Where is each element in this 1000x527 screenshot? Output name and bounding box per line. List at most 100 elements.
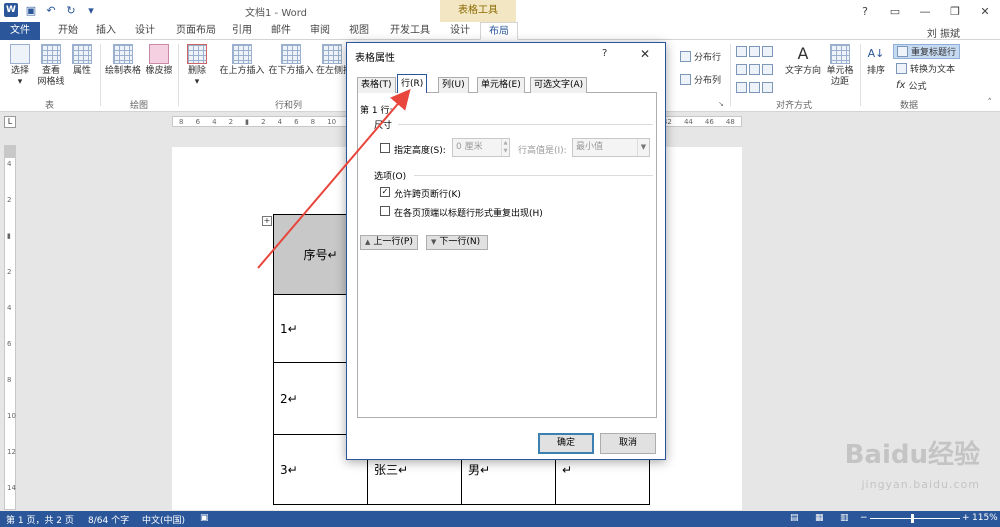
language-indicator[interactable]: 中文(中国) — [142, 513, 185, 526]
align-top-center-icon[interactable] — [749, 46, 760, 57]
tab-table[interactable]: 表格(T) — [357, 77, 396, 93]
tab-alt-text[interactable]: 可选文字(A) — [530, 77, 588, 93]
ruler-mark: 44 — [683, 117, 693, 126]
align-center-icon[interactable] — [749, 64, 760, 75]
dialog-help-button[interactable]: ? — [602, 48, 607, 59]
vruler-mark: 4 — [7, 160, 12, 168]
align-bottom-right-icon[interactable] — [762, 82, 773, 93]
eraser-button[interactable]: 橡皮擦 — [144, 44, 174, 77]
collapse-ribbon-icon[interactable]: ˄ — [988, 98, 993, 108]
align-buttons-row1[interactable] — [736, 46, 773, 57]
macro-record-icon[interactable]: ▣ — [200, 513, 209, 523]
sort-icon: A↓ — [867, 47, 885, 60]
insert-left-button[interactable]: 在左侧插入 — [316, 44, 348, 77]
save-icon[interactable]: ▣ — [24, 3, 38, 17]
sort-button[interactable]: A↓ 排序 — [864, 44, 888, 77]
previous-row-button[interactable]: ▲ 上一行(P) — [360, 235, 418, 250]
specify-height-checkbox[interactable] — [380, 143, 390, 153]
customize-qat-icon[interactable]: ▾ — [84, 3, 98, 17]
align-buttons-row3[interactable] — [736, 82, 773, 93]
word-count[interactable]: 8/64 个字 — [88, 513, 129, 526]
table-properties-dialog: 表格属性 ? ✕ 表格(T) 行(R) 列(U) 单元格(E) 可选文字(A) … — [346, 42, 666, 460]
tab-table-design[interactable]: 设计 — [442, 22, 478, 40]
text-direction-button[interactable]: A 文字方向 — [784, 44, 822, 77]
tab-home[interactable]: 开始 — [50, 22, 86, 40]
view-gridlines-button[interactable]: 查看 网格线 — [36, 44, 66, 88]
cancel-button[interactable]: 取消 — [600, 433, 656, 454]
table-tools-context-label: 表格工具 — [440, 0, 516, 22]
undo-icon[interactable]: ↶ — [44, 3, 58, 17]
zoom-out-button[interactable]: − — [860, 513, 868, 523]
tab-review[interactable]: 审阅 — [302, 22, 338, 40]
ok-button[interactable]: 确定 — [538, 433, 594, 454]
distribute-cols-button[interactable]: 分布列 — [680, 73, 721, 86]
align-buttons-row2[interactable] — [736, 64, 773, 75]
eraser-icon — [149, 44, 169, 64]
user-name[interactable]: 刘 振斌 — [927, 25, 960, 40]
align-bottom-center-icon[interactable] — [749, 82, 760, 93]
print-layout-icon[interactable]: ▦ — [815, 513, 824, 523]
cell-size-launcher-icon[interactable]: ↘ — [718, 100, 724, 108]
restore-button[interactable]: ❐ — [940, 0, 970, 22]
align-top-left-icon[interactable] — [736, 46, 747, 57]
zoom-slider[interactable] — [870, 518, 960, 519]
ruler-mark: 2 — [261, 117, 266, 126]
group-label-table: 表 — [45, 101, 55, 111]
insert-above-button[interactable]: 在上方插入 — [218, 44, 266, 77]
read-mode-icon[interactable]: ▤ — [790, 513, 799, 523]
tab-design[interactable]: 设计 — [127, 22, 163, 40]
tab-view[interactable]: 视图 — [341, 22, 377, 40]
tab-page-layout[interactable]: 页面布局 — [168, 22, 224, 40]
height-input[interactable]: 0 厘米 ▲ ▼ — [452, 138, 510, 157]
align-middle-left-icon[interactable] — [736, 64, 747, 75]
repeat-header-rows-button[interactable]: 重复标题行 — [893, 44, 961, 59]
tab-developer[interactable]: 开发工具 — [382, 22, 438, 40]
align-bottom-left-icon[interactable] — [736, 82, 747, 93]
ruler-mark: 2 — [228, 117, 234, 126]
tab-selector-icon[interactable]: L — [4, 116, 16, 128]
close-button[interactable]: ✕ — [970, 0, 1000, 22]
table-move-handle-icon[interactable]: + — [262, 216, 272, 226]
tab-references[interactable]: 引用 — [224, 22, 260, 40]
tab-column[interactable]: 列(U) — [438, 77, 469, 93]
tab-insert[interactable]: 插入 — [88, 22, 124, 40]
redo-icon[interactable]: ↻ — [64, 3, 78, 17]
ribbon-display-icon[interactable]: ▭ — [880, 0, 910, 22]
minimize-button[interactable]: — — [910, 0, 940, 22]
select-button[interactable]: 选择 ▾ — [6, 44, 34, 88]
tab-row[interactable]: 行(R) — [397, 74, 428, 93]
draw-table-icon — [113, 44, 133, 64]
draw-table-button[interactable]: 绘制表格 — [104, 44, 142, 77]
align-top-right-icon[interactable] — [762, 46, 773, 57]
zoom-in-button[interactable]: + — [962, 513, 970, 523]
tab-mailings[interactable]: 邮件 — [263, 22, 299, 40]
dialog-close-button[interactable]: ✕ — [640, 47, 650, 61]
row-height-is-select[interactable]: 最小值 ▼ — [572, 138, 650, 157]
allow-row-break-checkbox[interactable]: ✓ — [380, 187, 390, 197]
insert-below-button[interactable]: 在下方插入 — [267, 44, 315, 77]
align-middle-right-icon[interactable] — [762, 64, 773, 75]
help-icon[interactable]: ? — [850, 0, 880, 22]
zoom-slider-knob[interactable] — [911, 514, 914, 523]
convert-to-text-button[interactable]: 转换为文本 — [896, 62, 955, 75]
repeat-header-checkbox[interactable] — [380, 206, 390, 216]
window-controls: ? ▭ — ❐ ✕ — [850, 0, 1000, 22]
next-row-button[interactable]: ▼ 下一行(N) — [426, 235, 488, 250]
tab-table-layout[interactable]: 布局 — [480, 22, 518, 40]
ruler-mark: 8 — [310, 117, 316, 126]
height-spinner-icon[interactable]: ▲ ▼ — [501, 139, 509, 156]
group-label-rows-cols: 行和列 — [275, 101, 303, 111]
ruler-mark: 6 — [294, 117, 299, 126]
distribute-rows-button[interactable]: 分布行 — [680, 50, 721, 63]
ribbon-tabs: 文件 开始 插入 设计 页面布局 引用 邮件 审阅 视图 开发工具 设计 布局 … — [0, 22, 1000, 40]
zoom-level[interactable]: 115% — [972, 513, 998, 523]
properties-button[interactable]: 属性 — [68, 44, 96, 77]
page-count[interactable]: 第 1 页，共 2 页 — [6, 513, 74, 526]
tab-file[interactable]: 文件 — [0, 22, 40, 40]
cell-margins-button[interactable]: 单元格 边距 — [823, 44, 857, 88]
vertical-ruler[interactable]: 4 2 ▮ 2 4 6 8 10 12 14 — [4, 145, 16, 510]
formula-button[interactable]: fx 公式 — [896, 79, 926, 92]
web-layout-icon[interactable]: ▥ — [840, 513, 849, 523]
tab-cell[interactable]: 单元格(E) — [477, 77, 525, 93]
delete-button[interactable]: 删除 ▾ — [183, 44, 211, 88]
